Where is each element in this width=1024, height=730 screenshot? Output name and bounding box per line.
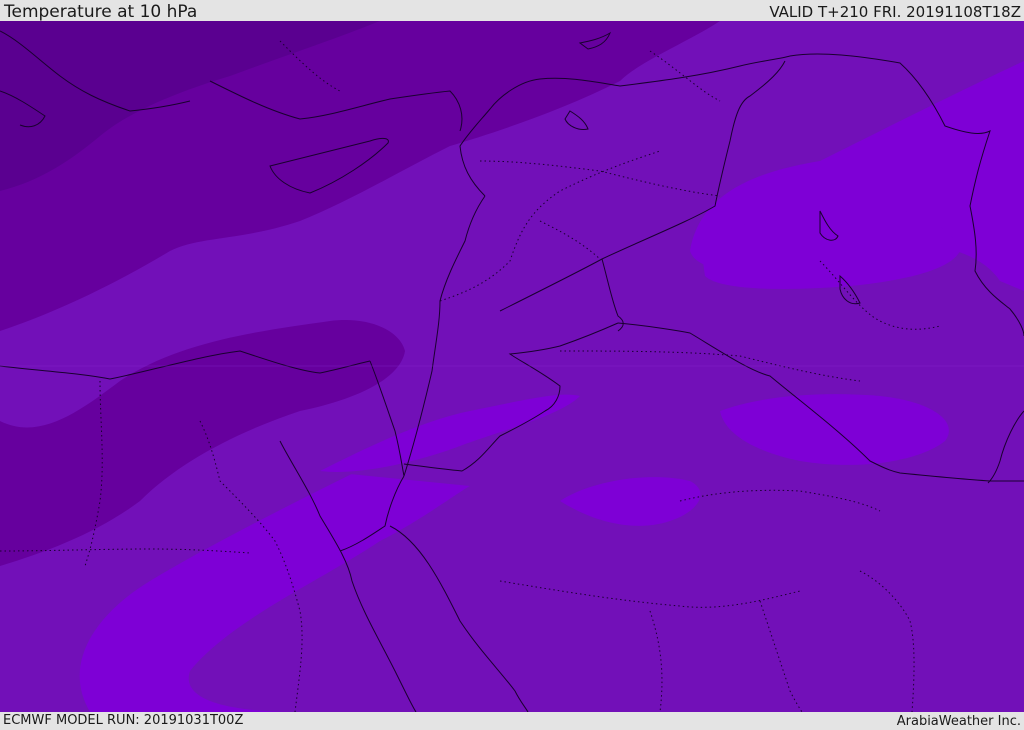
weather-map[interactable] <box>0 21 1024 712</box>
map-canvas <box>0 21 1024 712</box>
valid-time: VALID T+210 FRI. 20191108T18Z <box>769 3 1021 21</box>
credit: ArabiaWeather Inc. <box>896 714 1021 729</box>
footer-bar: ECMWF MODEL RUN: 20191031T00Z ArabiaWeat… <box>0 712 1024 729</box>
header-bar: Temperature at 10 hPa VALID T+210 FRI. 2… <box>0 0 1024 22</box>
map-title: Temperature at 10 hPa <box>4 2 198 22</box>
model-run: ECMWF MODEL RUN: 20191031T00Z <box>3 713 244 728</box>
